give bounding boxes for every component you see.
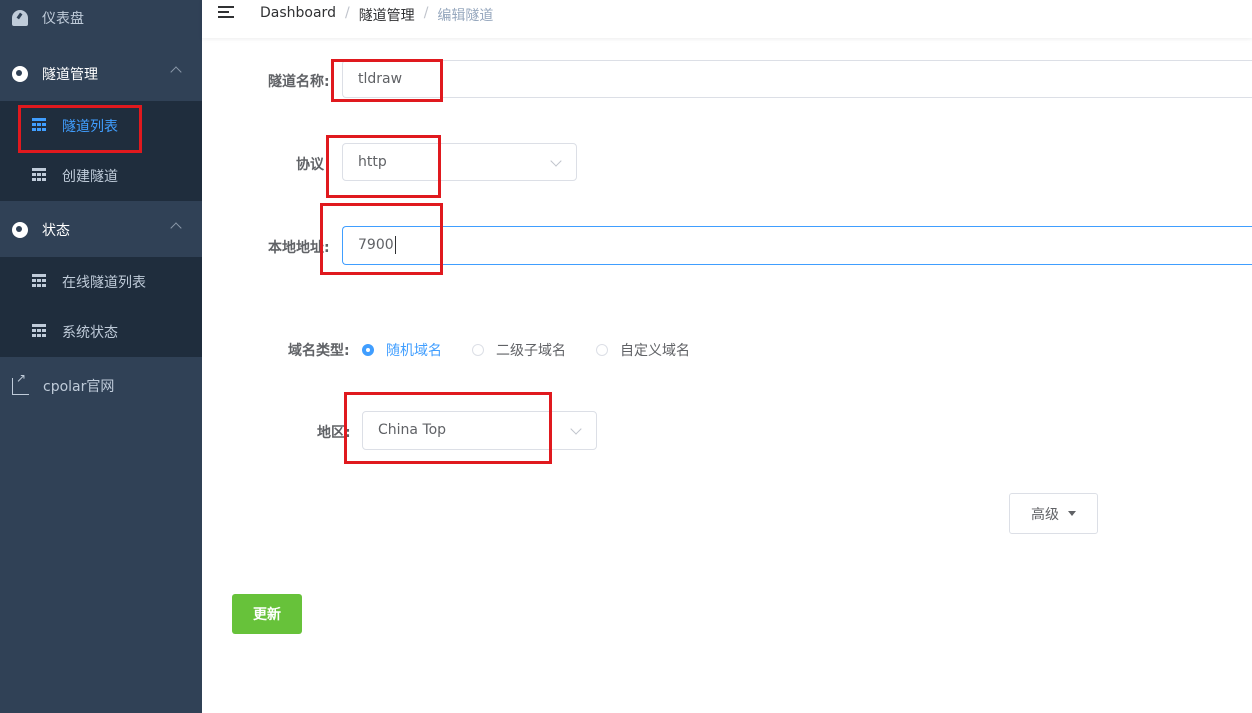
chevron-down-icon xyxy=(570,423,582,435)
domain-type-label: 域名类型: xyxy=(288,343,350,359)
breadcrumb-item-current: 编辑隧道 xyxy=(437,8,494,24)
tunnel-icon xyxy=(12,66,28,82)
chevron-up-icon xyxy=(170,222,182,234)
grid-icon xyxy=(32,118,48,134)
chevron-up-icon xyxy=(170,66,182,78)
sidebar-item-tunnel-management[interactable]: 隧道管理 xyxy=(0,49,202,99)
sidebar-item-tunnel-list[interactable]: 隧道列表 xyxy=(0,101,202,151)
protocol-select[interactable]: http xyxy=(342,143,577,181)
breadcrumb-item[interactable]: Dashboard xyxy=(260,5,336,25)
radio-subdomain[interactable]: 二级子域名 xyxy=(472,340,566,360)
breadcrumb: Dashboard / 隧道管理 / 编辑隧道 xyxy=(260,5,494,25)
radio-custom-domain[interactable]: 自定义域名 xyxy=(596,340,690,360)
external-link-icon xyxy=(12,371,29,395)
sidebar-item-dashboard[interactable]: 仪表盘 xyxy=(0,0,202,43)
sidebar-item-label: 创建隧道 xyxy=(62,169,118,185)
breadcrumb-item[interactable]: 隧道管理 xyxy=(359,5,415,25)
update-button[interactable]: 更新 xyxy=(232,594,302,634)
sidebar: 仪表盘 隧道管理 隧道列表 创建隧道 状态 在线隧道列表 系统状态 cpolar… xyxy=(0,0,202,713)
status-icon xyxy=(12,222,28,238)
sidebar-item-system-status[interactable]: 系统状态 xyxy=(0,307,202,357)
grid-icon xyxy=(32,274,48,290)
sidebar-item-label: cpolar官网 xyxy=(43,379,115,395)
chevron-down-icon xyxy=(550,155,562,167)
region-select[interactable]: China Top xyxy=(362,411,597,450)
radio-random-domain[interactable]: 随机域名 xyxy=(362,340,442,360)
grid-icon xyxy=(32,168,48,184)
tunnel-name-label: 隧道名称: xyxy=(268,74,330,90)
protocol-label: 协议 xyxy=(296,157,324,173)
hamburger-icon[interactable] xyxy=(218,6,236,20)
caret-down-icon xyxy=(1068,511,1076,516)
advanced-button[interactable]: 高级 xyxy=(1009,493,1098,534)
sidebar-item-label: 仪表盘 xyxy=(42,11,84,27)
sidebar-item-create-tunnel[interactable]: 创建隧道 xyxy=(0,151,202,201)
top-navbar: Dashboard / 隧道管理 / 编辑隧道 xyxy=(202,0,1252,38)
sidebar-item-label: 隧道管理 xyxy=(42,67,98,83)
sidebar-item-label: 隧道列表 xyxy=(62,119,118,135)
sidebar-item-website[interactable]: cpolar官网 xyxy=(0,361,202,411)
sidebar-item-online-tunnels[interactable]: 在线隧道列表 xyxy=(0,257,202,307)
local-address-input[interactable]: 7900 xyxy=(342,226,1252,265)
region-label: 地区: xyxy=(317,425,351,441)
grid-icon xyxy=(32,324,48,340)
dashboard-icon xyxy=(12,10,28,26)
sidebar-item-label: 系统状态 xyxy=(62,325,118,341)
sidebar-item-label: 在线隧道列表 xyxy=(62,275,146,291)
sidebar-item-label: 状态 xyxy=(42,223,70,239)
tunnel-name-input[interactable]: tldraw xyxy=(342,60,1252,98)
sidebar-item-status[interactable]: 状态 xyxy=(0,205,202,255)
local-address-label: 本地地址: xyxy=(268,240,330,256)
